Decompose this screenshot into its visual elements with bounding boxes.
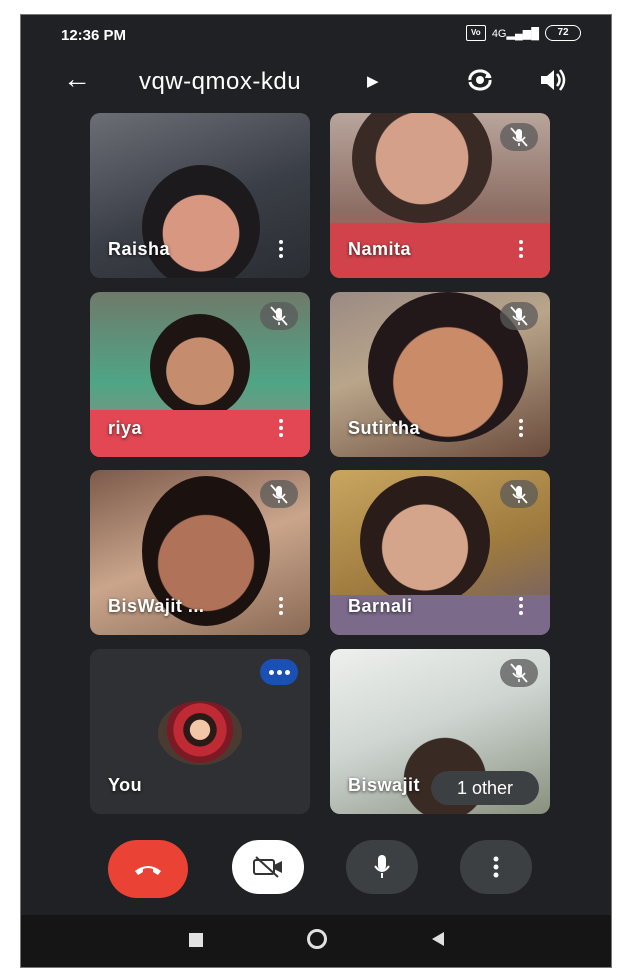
call-controls: [21, 840, 611, 900]
home-icon[interactable]: [307, 929, 327, 949]
participant-tile[interactable]: BisWajit ...: [90, 470, 310, 635]
mic-icon: [374, 855, 390, 878]
more-vert-icon[interactable]: [278, 419, 284, 441]
participant-video: [360, 476, 490, 606]
mic-off-icon: [260, 480, 298, 508]
more-vert-icon[interactable]: [278, 597, 284, 619]
others-chip[interactable]: 1 other: [431, 771, 539, 805]
participant-name: riya: [108, 418, 143, 438]
status-bar: 12:36 PM Vo 4G▂▄▆█ 72: [21, 15, 611, 49]
mic-off-icon: [500, 123, 538, 151]
recent-apps-icon[interactable]: [189, 933, 203, 947]
more-options-button[interactable]: [460, 840, 532, 894]
more-vert-icon[interactable]: [518, 240, 524, 262]
participant-name: Namita: [348, 239, 412, 259]
meeting-header: ← vqw-qmox-kdu ▶: [21, 55, 611, 105]
mic-toggle-button[interactable]: [346, 840, 418, 894]
mic-off-icon: [260, 302, 298, 330]
battery-indicator: 72: [545, 25, 581, 41]
video-toggle-button[interactable]: [232, 840, 304, 894]
end-call-icon: [135, 866, 161, 875]
avatar: [158, 701, 242, 765]
more-vert-icon[interactable]: [518, 597, 524, 619]
caret-right-icon[interactable]: ▶: [367, 72, 379, 90]
participant-tile[interactable]: Raisha: [90, 113, 310, 278]
mic-off-icon: [500, 659, 538, 687]
participant-name: BisWajit ...: [108, 596, 205, 616]
participant-name: Biswajit: [348, 775, 421, 795]
system-nav-bar: [21, 915, 611, 967]
end-call-button[interactable]: [108, 840, 188, 898]
participant-name: Raisha: [108, 239, 171, 259]
signal-icon: 4G▂▄▆█: [491, 27, 539, 40]
speaker-icon[interactable]: [537, 65, 567, 100]
mic-off-icon: [500, 302, 538, 330]
self-name: You: [108, 775, 143, 795]
participant-name: Barnali: [348, 596, 413, 616]
participant-tile[interactable]: Namita: [330, 113, 550, 278]
mic-off-icon: [500, 480, 538, 508]
volte-icon: Vo: [465, 25, 486, 41]
participant-video: [150, 314, 250, 418]
meeting-code[interactable]: vqw-qmox-kdu: [139, 68, 301, 96]
video-off-icon: [253, 856, 282, 878]
more-vert-icon[interactable]: [278, 240, 284, 262]
phone-screen: 12:36 PM Vo 4G▂▄▆█ 72 ← vqw-qmox-kdu ▶ R…: [20, 14, 612, 968]
status-icons: Vo 4G▂▄▆█ 72: [465, 25, 581, 41]
participant-name: Sutirtha: [348, 418, 421, 438]
participant-tile[interactable]: Barnali: [330, 470, 550, 635]
participant-video: [142, 165, 260, 278]
participant-tile[interactable]: riya: [90, 292, 310, 457]
switch-camera-icon[interactable]: [465, 65, 495, 100]
more-vert-icon[interactable]: [518, 419, 524, 441]
speaking-indicator-icon: [260, 659, 298, 685]
more-vert-icon: [493, 856, 499, 878]
participant-tile[interactable]: Sutirtha: [330, 292, 550, 457]
self-tile[interactable]: You: [90, 649, 310, 814]
back-nav-icon[interactable]: [430, 930, 446, 953]
back-arrow-icon[interactable]: ←: [63, 65, 91, 93]
status-time: 12:36 PM: [61, 27, 127, 44]
participant-video: [352, 113, 492, 223]
